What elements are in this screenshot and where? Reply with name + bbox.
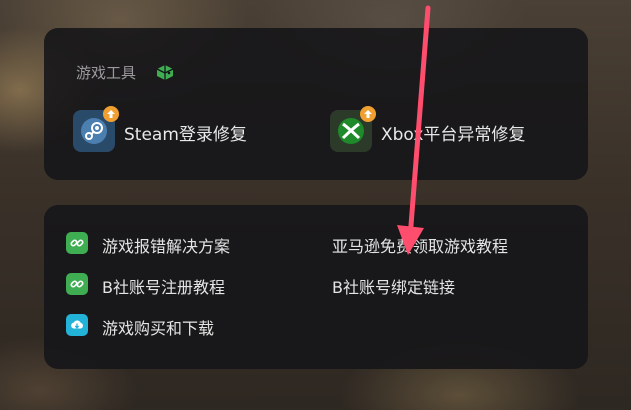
section-title: 游戏工具: [76, 64, 137, 82]
link-label: B社账号绑定链接: [332, 278, 455, 297]
tools-panel: 游戏工具 Steam登录修复 Xbox平台异常修复: [44, 28, 588, 180]
link-icon: [66, 232, 88, 254]
link-label: B社账号注册教程: [102, 278, 225, 297]
links-panel: 游戏报错解决方案 亚马逊免费领取游戏教程 B社账号注册教程 B社账号绑定链接 游…: [44, 205, 588, 369]
link-label: 游戏购买和下载: [102, 319, 215, 338]
upload-arrow-icon: [103, 106, 119, 122]
link-icon: [66, 273, 88, 295]
game-controller-icon: [155, 62, 175, 82]
tool-label: Xbox平台异常修复: [381, 125, 526, 145]
upload-arrow-icon: [360, 106, 376, 122]
cloud-download-icon: [66, 314, 88, 336]
link-label: 游戏报错解决方案: [102, 237, 231, 256]
link-label: 亚马逊免费领取游戏教程: [332, 237, 509, 256]
tool-label: Steam登录修复: [124, 125, 247, 145]
